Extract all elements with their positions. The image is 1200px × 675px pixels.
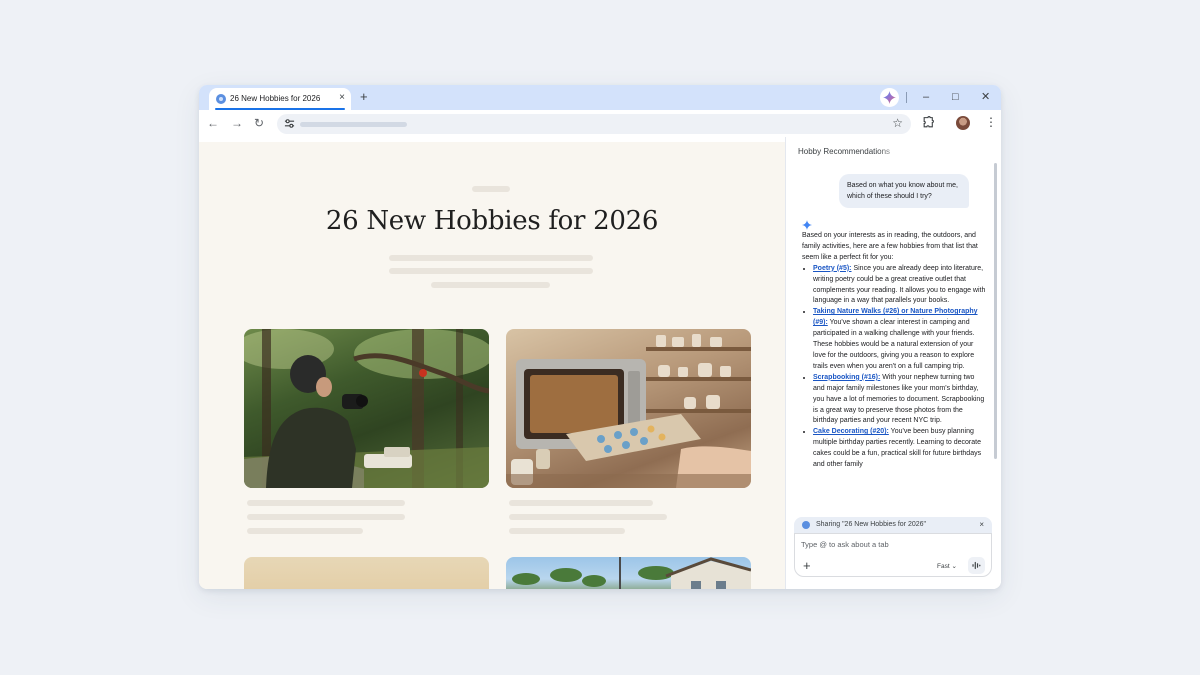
birdwatching-photo — [244, 329, 489, 488]
toolbar: ← → ↻ ☆ ⋮ — [199, 110, 1001, 137]
town-photo — [512, 557, 751, 589]
hobby-image-partial[interactable] — [244, 557, 489, 589]
puzzle-icon[interactable] — [922, 116, 935, 129]
hobby-image-birdwatching[interactable] — [244, 329, 489, 488]
card-caption-placeholder — [247, 514, 405, 520]
page-title: 26 New Hobbies for 2026 — [325, 206, 659, 236]
subtitle-placeholder-line — [431, 282, 550, 288]
stop-sharing-button[interactable]: × — [979, 520, 984, 529]
eyebrow-placeholder — [472, 186, 510, 192]
hobby-link[interactable]: Cake Decorating (#20): — [813, 428, 889, 435]
audio-waveform-icon — [972, 561, 981, 570]
prompt-composer: + Fast ⌄ — [794, 533, 992, 577]
back-button[interactable]: ← — [207, 116, 219, 130]
hobby-image-partial-town[interactable] — [506, 557, 751, 589]
card-caption-placeholder — [247, 500, 405, 506]
card-caption-placeholder — [247, 528, 363, 534]
tab-active[interactable]: 26 New Hobbies for 2026 × — [209, 88, 351, 110]
sharing-tab-chip: Sharing "26 New Hobbies for 2026" × — [794, 517, 992, 533]
gemini-sparkle-icon — [883, 91, 896, 104]
tab-close-button[interactable]: × — [339, 92, 345, 104]
prompt-input[interactable] — [801, 540, 981, 549]
subtitle-placeholder-line — [389, 268, 593, 274]
gemini-side-panel: Hobby Recommendations Based on what you … — [785, 137, 1001, 589]
list-item: Taking Nature Walks (#26) or Nature Phot… — [813, 307, 988, 372]
gemini-button[interactable] — [880, 88, 899, 107]
model-mode-dropdown[interactable]: Fast ⌄ — [937, 562, 957, 570]
tab-strip: 26 New Hobbies for 2026 × + – □ ✕ — [199, 85, 1001, 110]
subtitle-placeholder-line — [389, 255, 593, 261]
response-fade — [796, 489, 992, 519]
url-text-placeholder — [300, 122, 407, 127]
sharing-label: Sharing "26 New Hobbies for 2026" — [816, 521, 927, 528]
globe-icon — [216, 94, 226, 104]
tabstrip-separator — [906, 92, 907, 103]
minimize-button[interactable]: – — [923, 90, 929, 104]
hobby-image-pottery[interactable] — [506, 329, 751, 488]
browser-menu-button[interactable]: ⋮ — [985, 116, 997, 128]
card-caption-placeholder — [509, 514, 667, 520]
forward-button[interactable]: → — [231, 116, 243, 130]
add-context-button[interactable]: + — [803, 559, 811, 572]
gemini-sparkle-icon — [802, 220, 812, 230]
voice-input-button[interactable] — [968, 557, 985, 574]
list-item: Poetry (#5): Since you are already deep … — [813, 264, 988, 308]
address-bar[interactable]: ☆ — [277, 114, 911, 134]
panel-title-fade — [878, 145, 904, 157]
pottery-photo — [506, 334, 751, 488]
browser-window: 26 New Hobbies for 2026 × + – □ ✕ ← → ↻ … — [199, 85, 1001, 589]
list-item: Cake Decorating (#20): You've been busy … — [813, 427, 988, 471]
list-item-text: With your nephew turning two and major f… — [813, 373, 985, 425]
web-page: 26 New Hobbies for 2026 — [199, 142, 785, 589]
recommendation-list: Poetry (#5): Since you are already deep … — [802, 264, 988, 471]
response-intro: Based on your interests as in reading, t… — [802, 232, 978, 261]
card-caption-placeholder — [509, 500, 653, 506]
tab-title: 26 New Hobbies for 2026 — [230, 94, 321, 103]
maximize-button[interactable]: □ — [952, 90, 959, 104]
panel-scrollbar[interactable] — [994, 163, 997, 459]
bookmark-star-icon[interactable]: ☆ — [892, 116, 903, 130]
hobby-link[interactable]: Poetry (#5): — [813, 265, 852, 272]
user-message: Based on what you know about me, which o… — [839, 174, 969, 208]
assistant-response: Based on your interests as in reading, t… — [802, 231, 988, 517]
hobby-link[interactable]: Scrapbooking (#16): — [813, 374, 880, 381]
list-item: Scrapbooking (#16): With your nephew tur… — [813, 373, 988, 428]
profile-avatar[interactable] — [956, 116, 970, 130]
list-item-text: You've shown a clear interest in camping… — [813, 319, 975, 370]
close-window-button[interactable]: ✕ — [981, 90, 990, 104]
card-caption-placeholder — [509, 528, 625, 534]
globe-icon — [802, 521, 810, 529]
site-settings-icon[interactable] — [284, 118, 295, 129]
new-tab-button[interactable]: + — [360, 90, 368, 104]
reload-button[interactable]: ↻ — [254, 116, 264, 130]
